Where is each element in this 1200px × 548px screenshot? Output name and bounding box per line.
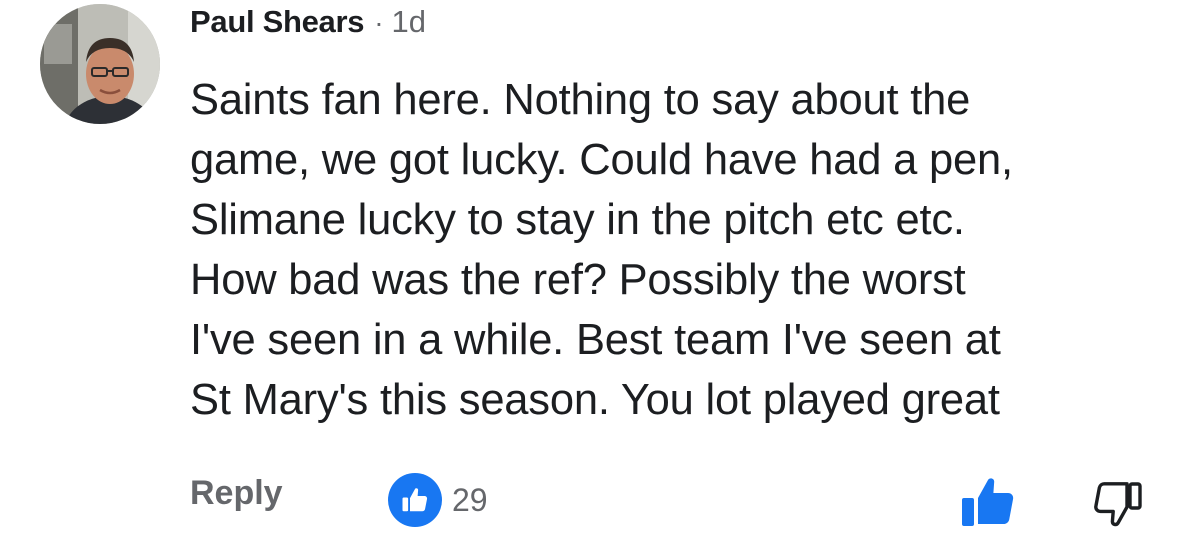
comment-line: St Mary's this season. You lot played gr… [190, 376, 1000, 424]
comment: Paul Shears · 1d Saints fan here. Nothin… [0, 0, 1200, 548]
comment-line: I've seen in a while. Best team I've see… [190, 316, 1001, 364]
author-name[interactable]: Paul Shears [190, 4, 364, 40]
dislike-button[interactable] [1092, 478, 1144, 530]
reaction-summary[interactable]: 29 [388, 473, 488, 527]
comment-timestamp[interactable]: 1d [392, 4, 426, 40]
comment-header: Paul Shears · 1d [190, 4, 426, 44]
comment-line: How bad was the ref? Possibly the worst [190, 256, 966, 304]
like-button[interactable] [960, 474, 1016, 528]
meta-separator: · [374, 7, 384, 38]
reaction-badge [388, 473, 442, 527]
thumbs-up-icon [402, 488, 428, 512]
thumbs-up-icon [962, 478, 1014, 526]
comment-line: Slimane lucky to stay in the pitch etc e… [190, 196, 965, 244]
comment-line: Saints fan here. Nothing to say about th… [190, 76, 971, 124]
comment-body: Saints fan here. Nothing to say about th… [190, 70, 1180, 430]
comment-line: game, we got lucky. Could have had a pen… [190, 136, 1013, 184]
reply-button[interactable]: Reply [190, 474, 283, 513]
avatar-photo [40, 4, 160, 124]
thumbs-down-icon [1094, 482, 1142, 527]
reaction-count: 29 [452, 481, 488, 518]
avatar[interactable] [40, 4, 160, 124]
